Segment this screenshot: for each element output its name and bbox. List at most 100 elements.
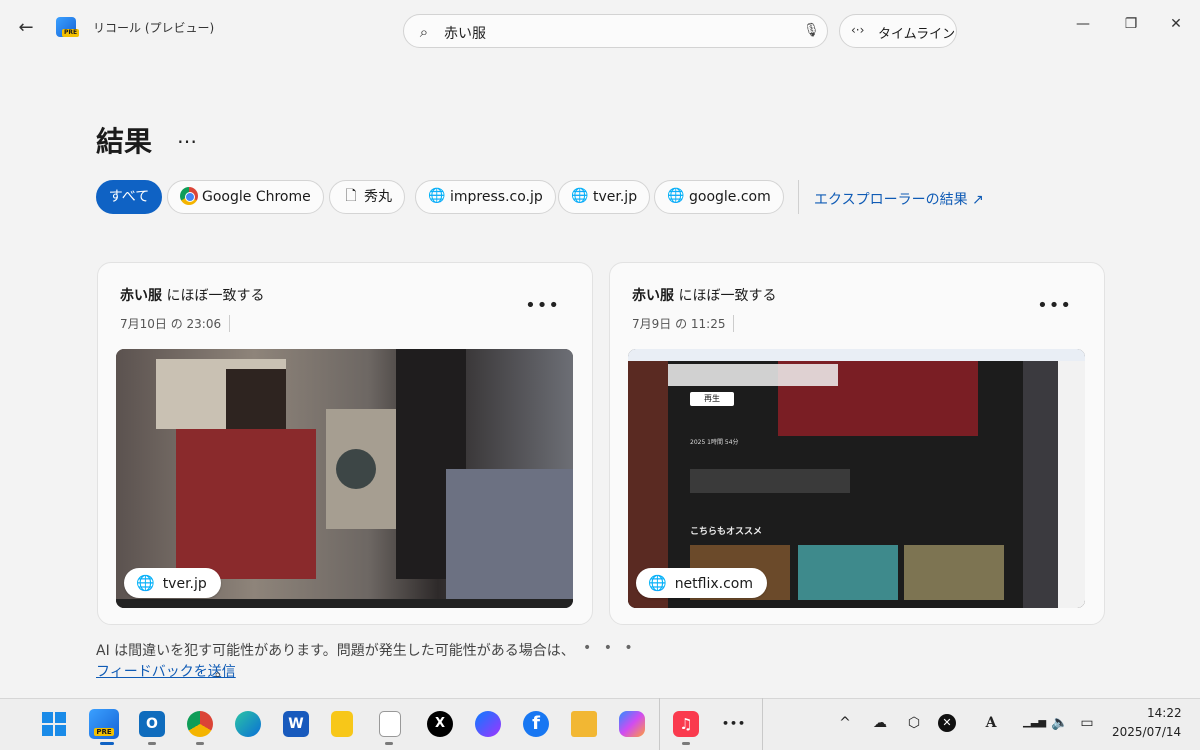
filter-chip-label: impress.co.jp: [450, 189, 543, 205]
result-timestamp: 7月9日 の 11:25: [632, 315, 735, 332]
ai-disclaimer: AI は間違いを犯す可能性があります。問題が発生した可能性がある場合は、: [96, 643, 575, 659]
search-box[interactable]: ⌕ 赤い服 🎙: [403, 14, 828, 48]
recall-badge: PRE: [94, 728, 114, 736]
match-suffix: にほぼ一致する: [162, 288, 265, 304]
battery-icon[interactable]: ▭: [1076, 711, 1098, 735]
page-title: 結果: [96, 125, 153, 158]
running-indicator: [100, 742, 114, 745]
netflix-background-right: [1023, 361, 1058, 608]
timeline-button-label: タイムライン: [878, 27, 956, 42]
running-indicator: [682, 742, 690, 745]
filter-chip-hidemaru[interactable]: 🗋 秀丸: [329, 180, 405, 214]
filter-chip-label: tver.jp: [593, 189, 638, 205]
sticky-notes-icon[interactable]: [331, 711, 353, 737]
thumbnail-red-clothes: [176, 429, 316, 579]
messenger-icon[interactable]: [475, 711, 501, 737]
back-arrow-icon[interactable]: ←: [14, 16, 38, 40]
document-icon: 🗋: [345, 187, 357, 204]
start-icon[interactable]: [41, 711, 67, 737]
netflix-play-button: 再生: [690, 392, 734, 406]
timeline-icon: ‹·›: [851, 23, 865, 37]
netflix-description: [690, 469, 850, 493]
netflix-section-title: こちらもオススメ: [690, 524, 790, 538]
outlook-icon[interactable]: O: [139, 711, 165, 737]
notepad-icon[interactable]: [379, 711, 401, 737]
source-label: tver.jp: [162, 576, 207, 592]
timeline-button[interactable]: ‹·› タイムライン: [839, 14, 957, 48]
filter-chip-google[interactable]: 🌐 google.com: [654, 180, 784, 214]
clock-time[interactable]: 14:22: [1147, 706, 1182, 720]
running-indicator: [148, 742, 156, 745]
globe-icon: 🌐: [571, 187, 589, 204]
globe-icon: 🌐: [667, 187, 685, 204]
filter-chip-chrome[interactable]: Google Chrome: [167, 180, 324, 214]
file-explorer-icon[interactable]: [571, 711, 597, 737]
recall-taskbar-icon[interactable]: PRE: [89, 709, 119, 739]
volume-icon[interactable]: 🔈: [1049, 711, 1071, 735]
taskbar: PRE O W X f ♫ ••• ^ ☁ ⬡ ✕ A ▁▃▅ 🔈 ▭ 14:2…: [0, 698, 1200, 750]
filter-chip-label: 秀丸: [364, 189, 392, 205]
chrome-icon: [180, 186, 198, 205]
match-text: 赤い服 にほぼ一致する: [632, 285, 776, 305]
divider: [798, 180, 799, 214]
word-icon[interactable]: W: [283, 711, 309, 737]
more-options-icon[interactable]: …: [177, 124, 198, 148]
close-button[interactable]: ✕: [1166, 14, 1186, 34]
netflix-play-label: 再生: [704, 394, 720, 403]
globe-icon: 🌐: [648, 574, 667, 592]
netflix-meta: 2025 1時間 54分: [690, 437, 790, 447]
title-bar: ← PRE リコール (プレビュー) ⌕ 赤い服 🎙 ‹·› タイムライン — …: [0, 0, 1200, 58]
feedback-suffix: 。: [215, 664, 229, 680]
taskbar-divider: [762, 698, 763, 750]
more-options-icon[interactable]: •••: [525, 295, 560, 316]
clock-date[interactable]: 2025/07/14: [1112, 725, 1181, 739]
copilot-icon[interactable]: [619, 711, 645, 737]
result-card[interactable]: 赤い服 にほぼ一致する 7月9日 の 11:25 ••• 再生 2025 1時間…: [609, 262, 1105, 625]
match-term: 赤い服: [632, 288, 674, 304]
video-progress-bar[interactable]: [116, 599, 573, 608]
pager-dots[interactable]: • • •: [583, 640, 637, 656]
result-card[interactable]: 赤い服 にほぼ一致する 7月10日 の 23:06 ••• 🌐 tver.jp: [97, 262, 593, 625]
search-sparkle-icon[interactable]: ⌕: [414, 22, 434, 42]
filter-chip-tver[interactable]: 🌐 tver.jp: [558, 180, 651, 214]
netflix-title-logo: [658, 364, 838, 386]
font-app-icon[interactable]: A: [980, 711, 1002, 735]
netflix-section-label: こちらもオススメ: [690, 527, 763, 537]
match-suffix: にほぼ一致する: [674, 288, 777, 304]
running-indicator: [385, 742, 393, 745]
source-pill[interactable]: 🌐 tver.jp: [124, 568, 221, 598]
maximize-button[interactable]: ❐: [1121, 14, 1141, 34]
overflow-icon[interactable]: •••: [721, 711, 747, 737]
netflix-meta-label: 2025 1時間 54分: [690, 439, 739, 446]
filter-chip-all[interactable]: すべて: [96, 180, 162, 214]
explorer-results-link[interactable]: エクスプローラーの結果 ↗: [814, 189, 984, 209]
chrome-icon[interactable]: [187, 711, 213, 737]
match-term: 赤い服: [120, 288, 162, 304]
result-timestamp: 7月10日 の 23:06: [120, 315, 231, 332]
result-thumbnail[interactable]: 再生 2025 1時間 54分 こちらもオススメ 🌐 netflix.com: [628, 349, 1085, 608]
search-input[interactable]: 赤い服: [444, 23, 486, 43]
edge-icon[interactable]: [235, 711, 261, 737]
x-icon[interactable]: X: [427, 711, 453, 737]
result-thumbnail[interactable]: 🌐 tver.jp: [116, 349, 573, 608]
network-app-icon[interactable]: ⬡: [903, 711, 925, 735]
browser-toolbar: [628, 349, 1085, 361]
filter-chip-impress[interactable]: 🌐 impress.co.jp: [415, 180, 556, 214]
filter-chip-label: google.com: [689, 189, 771, 205]
globe-icon: 🌐: [136, 574, 155, 592]
facebook-icon[interactable]: f: [523, 711, 549, 737]
globe-icon: 🌐: [428, 187, 446, 204]
x-tray-icon[interactable]: ✕: [938, 714, 956, 732]
thumbnail-clock: [336, 449, 376, 489]
chevron-up-icon[interactable]: ^: [834, 711, 856, 735]
source-pill[interactable]: 🌐 netflix.com: [636, 568, 768, 598]
more-options-icon[interactable]: •••: [1037, 295, 1072, 316]
filter-chip-label: すべて: [108, 189, 150, 205]
minimize-button[interactable]: —: [1073, 14, 1093, 34]
apple-music-icon[interactable]: ♫: [673, 711, 699, 737]
wifi-icon[interactable]: ▁▃▅: [1023, 711, 1046, 735]
netflix-tile: [798, 545, 898, 600]
microphone-icon[interactable]: 🎙: [803, 23, 820, 41]
app-title: リコール (プレビュー): [93, 21, 215, 35]
onedrive-icon[interactable]: ☁: [869, 711, 891, 735]
